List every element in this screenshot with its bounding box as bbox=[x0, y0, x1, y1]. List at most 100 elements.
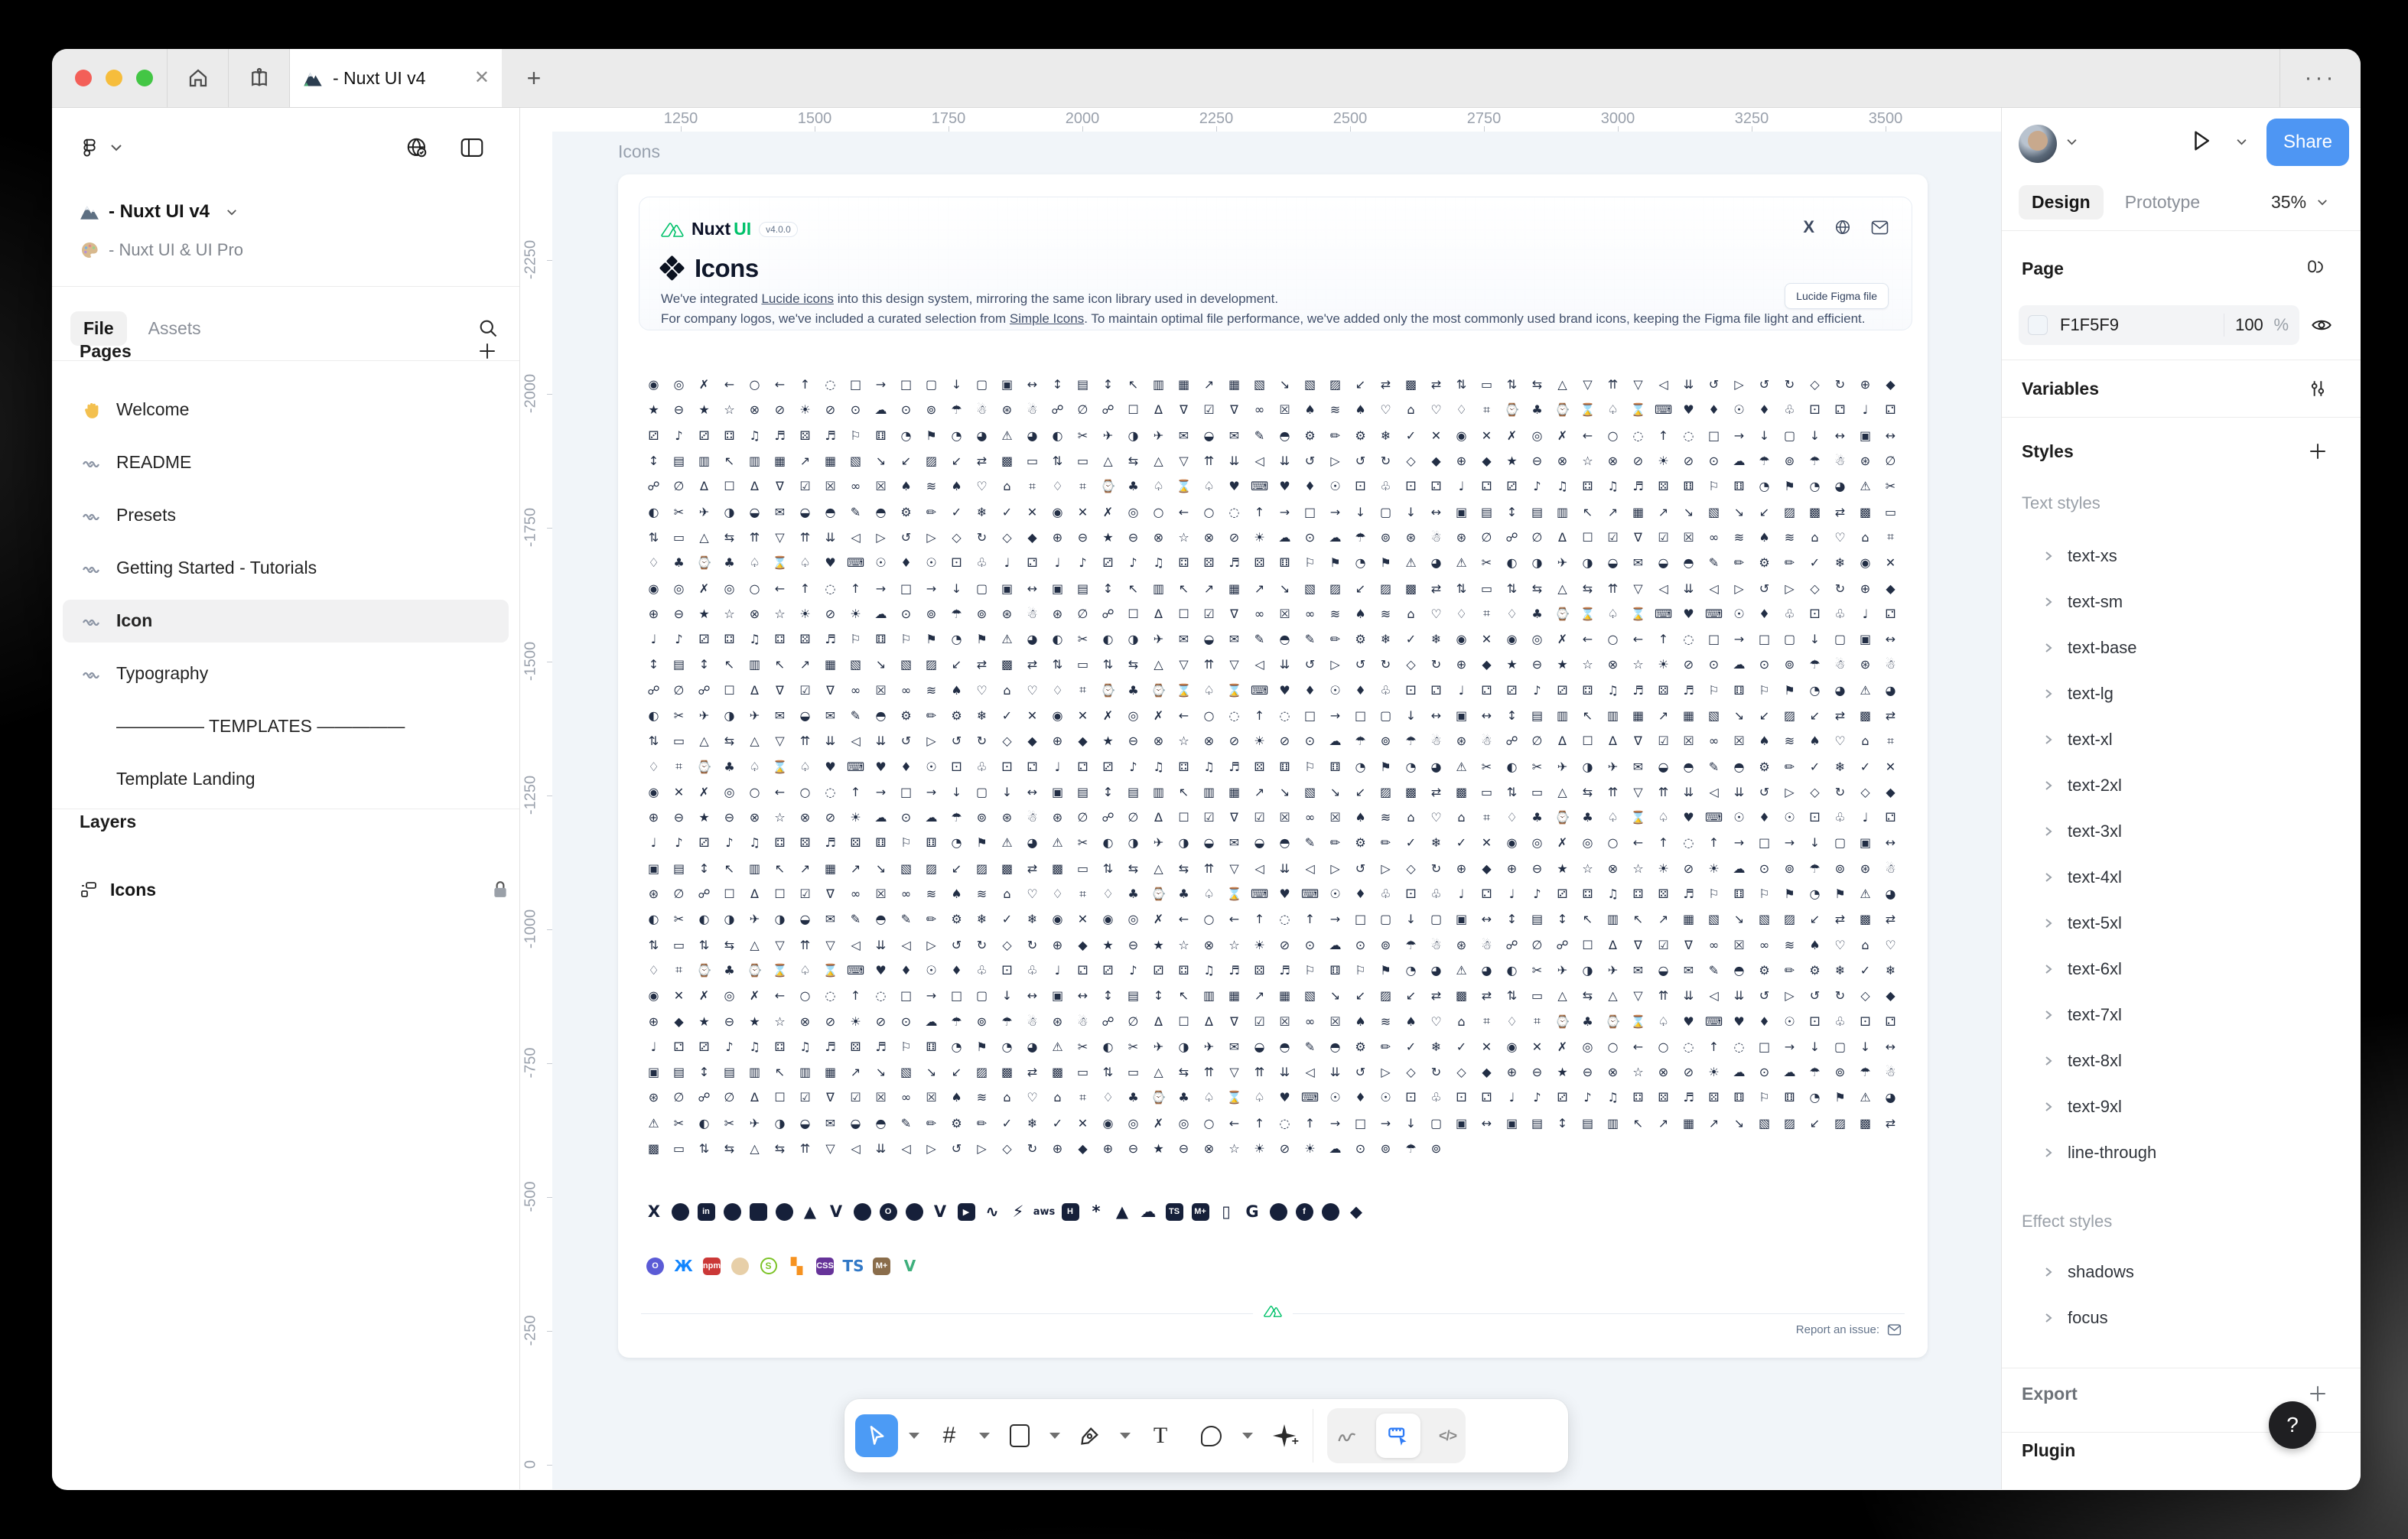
frame-tool-button[interactable]: # bbox=[930, 1423, 968, 1449]
figma-main-menu-button[interactable] bbox=[80, 138, 99, 158]
chevron-right-icon[interactable] bbox=[2043, 1267, 2054, 1277]
lock-icon[interactable] bbox=[493, 880, 508, 899]
zoom-window-button[interactable] bbox=[136, 70, 153, 86]
page-color-row[interactable]: F1F5F9 100 % bbox=[2019, 305, 2299, 345]
live-status-button[interactable] bbox=[405, 136, 428, 159]
zoom-level[interactable]: 35% bbox=[2271, 192, 2306, 213]
chevron-right-icon[interactable] bbox=[2043, 964, 2054, 974]
tab-assets[interactable]: Assets bbox=[148, 318, 201, 339]
text-style-text-2xl[interactable]: text-2xl bbox=[2002, 763, 2361, 809]
chevron-right-icon[interactable] bbox=[2043, 688, 2054, 699]
tab-design[interactable]: Design bbox=[2019, 185, 2104, 220]
sidebar-page-item-template-landing[interactable]: Template Landing bbox=[52, 753, 519, 805]
effect-style-focus[interactable]: focus bbox=[2002, 1295, 2361, 1341]
chevron-right-icon[interactable] bbox=[2043, 1010, 2054, 1020]
text-style-text-xs[interactable]: text-xs bbox=[2002, 533, 2361, 579]
chevron-right-icon[interactable] bbox=[2043, 780, 2054, 791]
text-style-text-lg[interactable]: text-lg bbox=[2002, 671, 2361, 717]
chevron-right-icon[interactable] bbox=[2043, 1147, 2054, 1158]
present-chevron-icon[interactable] bbox=[2236, 138, 2247, 145]
file-tab[interactable]: - Nuxt UI v4 ✕ bbox=[289, 49, 502, 107]
annotate-tool-button[interactable] bbox=[1336, 1427, 1358, 1445]
mail-icon[interactable] bbox=[1871, 220, 1889, 235]
chevron-right-icon[interactable] bbox=[2043, 1056, 2054, 1066]
color-swatch[interactable] bbox=[2028, 315, 2048, 335]
shape-tool-chevron-icon[interactable] bbox=[1049, 1433, 1060, 1439]
library-button[interactable] bbox=[228, 49, 289, 107]
sidebar-page-item-templates[interactable]: ————— TEMPLATES ————— bbox=[52, 700, 519, 753]
text-tool-button[interactable]: T bbox=[1141, 1423, 1180, 1449]
text-style-text-base[interactable]: text-base bbox=[2002, 625, 2361, 671]
opacity-value[interactable]: 100 bbox=[2224, 315, 2273, 335]
add-export-plus-icon[interactable] bbox=[2308, 1384, 2328, 1404]
text-style-line-through[interactable]: line-through bbox=[2002, 1130, 2361, 1176]
chevron-right-icon[interactable] bbox=[2043, 1313, 2054, 1323]
frame-label[interactable]: Icons bbox=[618, 142, 660, 162]
comment-tool-button[interactable] bbox=[1190, 1426, 1232, 1446]
chevron-right-icon[interactable] bbox=[2043, 918, 2054, 929]
dev-mode-button[interactable]: </> bbox=[1439, 1428, 1456, 1444]
pen-tool-chevron-icon[interactable] bbox=[1120, 1433, 1131, 1439]
text-style-text-3xl[interactable]: text-3xl bbox=[2002, 809, 2361, 854]
text-style-text-5xl[interactable]: text-5xl bbox=[2002, 900, 2361, 946]
actions-button[interactable]: + bbox=[1264, 1424, 1305, 1447]
window-more-menu-button[interactable]: ··· bbox=[2279, 49, 2361, 107]
sidebar-page-item-presets[interactable]: Presets bbox=[52, 489, 519, 542]
chevron-right-icon[interactable] bbox=[2043, 643, 2054, 653]
sidebar-page-item-readme[interactable]: README bbox=[52, 436, 519, 489]
sidebar-page-item-icon[interactable]: Icon bbox=[52, 594, 519, 647]
color-hex-value[interactable]: F1F5F9 bbox=[2060, 315, 2224, 335]
text-style-text-4xl[interactable]: text-4xl bbox=[2002, 854, 2361, 900]
canvas[interactable]: 1250150017502000225025002750300032503500… bbox=[520, 108, 2001, 1489]
move-tool-button[interactable] bbox=[855, 1414, 898, 1457]
sidebar-page-item-typography[interactable]: Typography bbox=[52, 647, 519, 700]
pen-tool-button[interactable] bbox=[1071, 1425, 1109, 1446]
tab-prototype[interactable]: Prototype bbox=[2125, 192, 2200, 213]
sidebar-page-item-welcome[interactable]: Welcome bbox=[52, 383, 519, 436]
text-style-text-xl[interactable]: text-xl bbox=[2002, 717, 2361, 763]
file-title-row[interactable]: - Nuxt UI v4 bbox=[80, 194, 237, 230]
toggle-sidebar-button[interactable] bbox=[460, 138, 483, 158]
move-tool-chevron-icon[interactable] bbox=[909, 1433, 919, 1439]
text-style-text-8xl[interactable]: text-8xl bbox=[2002, 1038, 2361, 1084]
x-social-icon[interactable]: X bbox=[1803, 217, 1814, 237]
page-theme-icon[interactable] bbox=[2306, 259, 2326, 278]
home-button[interactable] bbox=[167, 49, 228, 107]
sidebar-page-item-getting-started-tutorials[interactable]: Getting Started - Tutorials bbox=[52, 542, 519, 594]
chevron-down-icon[interactable] bbox=[110, 144, 122, 151]
chevron-right-icon[interactable] bbox=[2043, 1101, 2054, 1112]
shape-tool-button[interactable] bbox=[1001, 1424, 1039, 1447]
new-tab-button[interactable]: + bbox=[502, 49, 566, 107]
text-style-text-9xl[interactable]: text-9xl bbox=[2002, 1084, 2361, 1130]
effect-style-shadows[interactable]: shadows bbox=[2002, 1249, 2361, 1295]
measure-tool-button[interactable] bbox=[1376, 1414, 1420, 1458]
chevron-right-icon[interactable] bbox=[2043, 597, 2054, 607]
close-window-button[interactable] bbox=[75, 70, 92, 86]
frame-tool-chevron-icon[interactable] bbox=[979, 1433, 990, 1439]
chevron-right-icon[interactable] bbox=[2043, 734, 2054, 745]
text-style-text-7xl[interactable]: text-7xl bbox=[2002, 992, 2361, 1038]
chevron-right-icon[interactable] bbox=[2043, 872, 2054, 883]
globe-icon[interactable] bbox=[1834, 219, 1851, 236]
lucide-icons-link[interactable]: Lucide icons bbox=[761, 291, 834, 306]
minimize-window-button[interactable] bbox=[106, 70, 122, 86]
sliders-icon[interactable] bbox=[2308, 379, 2328, 399]
avatar[interactable] bbox=[2019, 125, 2057, 163]
text-style-text-sm[interactable]: text-sm bbox=[2002, 579, 2361, 625]
add-style-plus-icon[interactable] bbox=[2308, 441, 2328, 461]
help-button[interactable]: ? bbox=[2269, 1401, 2316, 1449]
chevron-right-icon[interactable] bbox=[2043, 551, 2054, 561]
simple-icons-link[interactable]: Simple Icons bbox=[1010, 311, 1084, 326]
icons-frame[interactable]: Nuxt UI v4.0.0 X Icons We've integr bbox=[618, 174, 1928, 1358]
eye-icon[interactable] bbox=[2311, 317, 2332, 333]
mail-icon[interactable] bbox=[1887, 1324, 1902, 1336]
add-page-button[interactable] bbox=[477, 341, 497, 361]
chevron-down-icon[interactable] bbox=[226, 209, 237, 216]
present-play-icon[interactable] bbox=[2192, 129, 2211, 152]
text-style-text-6xl[interactable]: text-6xl bbox=[2002, 946, 2361, 992]
close-tab-icon[interactable]: ✕ bbox=[474, 69, 490, 87]
zoom-chevron-icon[interactable] bbox=[2317, 199, 2328, 206]
share-button[interactable]: Share bbox=[2266, 119, 2349, 166]
lucide-figma-file-button[interactable]: Lucide Figma file bbox=[1785, 283, 1889, 309]
layer-row-icons[interactable]: Icons bbox=[80, 868, 508, 911]
